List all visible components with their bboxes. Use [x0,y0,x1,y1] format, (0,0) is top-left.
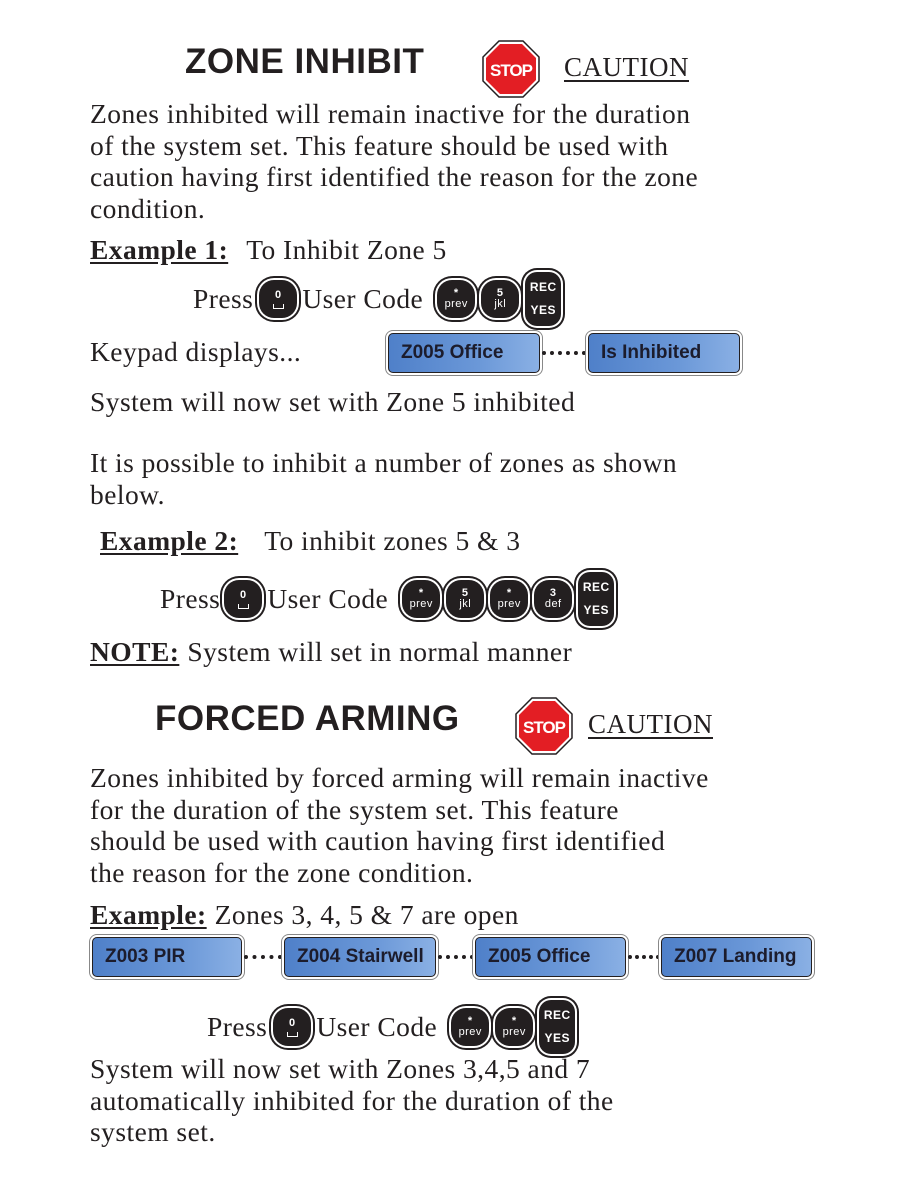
multi-zone-note: It is possible to inhibit a number of zo… [90,447,677,510]
user-code-label: User Code [267,583,389,614]
key-bottom-label: YES [530,303,556,317]
forced-arming-intro: Zones inhibited by forced arming will re… [90,762,709,888]
result-line: automatically inhibited for the duration… [90,1084,614,1116]
space-icon [237,603,249,609]
intro-line: should be used with caution having first… [90,825,666,856]
user-code-label: User Code [316,1011,438,1042]
lcd-display: Z004 Stairwell [284,937,436,977]
key-5-jkl[interactable]: 5 jkl [446,580,485,618]
key-0[interactable]: 0 [259,280,298,318]
key-bottom-label: jkl [494,298,507,310]
press-label: Press [160,583,221,614]
zone-inhibit-heading: ZONE INHIBIT [185,42,425,81]
stop-sign-icon: STOP [515,697,573,755]
lcd-display: Is Inhibited [588,333,740,373]
key-0[interactable]: 0 [224,580,263,618]
svg-text:STOP: STOP [523,718,566,737]
key-top-label: REC [582,580,610,594]
key-bottom-label: prev [458,1026,482,1038]
key-star-prev[interactable]: * prev [402,580,441,618]
key-star-prev[interactable]: * prev [495,1008,534,1046]
example2-text: To inhibit zones 5 & 3 [264,525,521,556]
key-bottom-label: prev [497,598,521,610]
key-star-prev[interactable]: * prev [451,1008,490,1046]
intro-line: Zones inhibited will remain inactive for… [90,98,691,129]
key-top-label: REC [543,1008,571,1022]
space-icon [286,1031,298,1037]
intro-line: for the duration of the system set. This… [90,793,619,825]
caution-label: CAUTION [588,709,713,739]
example1-label: Example 1: [90,234,229,265]
lcd-display: Z003 PIR [92,937,242,977]
forced-example-title: Example: Zones 3, 4, 5 & 7 are open [90,899,519,931]
key-5-jkl[interactable]: 5 jkl [481,280,520,318]
note-line: below. [90,478,165,510]
press-label: Press [207,1011,268,1042]
example2-key-sequence: Press 0 User Code * prev 5 jkl * prev 3 … [160,572,617,626]
key-top-label: REC [529,280,557,294]
intro-line: Zones inhibited by forced arming will re… [90,762,709,793]
note-line: It is possible to inhibit a number of zo… [90,447,678,478]
dotted-connector [244,955,282,959]
key-bottom-label: prev [444,298,468,310]
key-0-label: 0 [240,588,247,601]
example1-title: Example 1: To Inhibit Zone 5 [90,234,447,266]
key-bottom-label: prev [502,1026,526,1038]
result-line: system set. [90,1116,216,1147]
key-rec-yes[interactable]: REC YES [578,572,615,626]
key-star-prev[interactable]: * prev [490,580,529,618]
key-bottom-label: def [544,598,562,610]
example2-title: Example 2: To inhibit zones 5 & 3 [90,525,520,557]
lcd-display: Z005 Office [475,937,626,977]
key-bottom-label: jkl [459,598,472,610]
example1-key-sequence: Press 0 User Code * prev 5 jkl REC YES [193,272,564,326]
lcd-display: Z005 Office [388,333,540,373]
forced-key-sequence: Press 0 User Code * prev * prev REC YES [207,1000,578,1054]
key-bottom-label: YES [583,603,609,617]
dotted-connector [438,955,474,959]
key-bottom-label: YES [544,1031,570,1045]
user-code-label: User Code [302,283,424,314]
dotted-connector [542,351,586,355]
intro-line: of the system set. This feature should b… [90,129,669,161]
keypad-displays-label: Keypad displays... [90,336,302,367]
key-0[interactable]: 0 [273,1008,312,1046]
forced-arming-heading: FORCED ARMING [155,699,460,738]
intro-line: condition. [90,192,206,224]
key-star-prev[interactable]: * prev [437,280,476,318]
example1-text: To Inhibit Zone 5 [246,234,447,265]
lcd-display: Z007 Landing [661,937,812,977]
note-label: NOTE: [90,636,180,667]
key-0-label: 0 [289,1016,296,1029]
result-line: System will now set with Zones 3,4,5 and… [90,1053,591,1084]
example-label: Example: [90,899,207,930]
example1-result: System will now set with Zone 5 inhibite… [90,386,576,417]
press-label: Press [193,283,254,314]
note-text: System will set in normal manner [187,636,573,667]
zone-inhibit-intro: Zones inhibited will remain inactive for… [90,98,698,224]
example2-label: Example 2: [100,525,239,556]
stop-sign-icon: STOP [482,40,540,98]
intro-line: the reason for the zone condition. [90,856,474,888]
caution-label: CAUTION [564,52,689,82]
example-text: Zones 3, 4, 5 & 7 are open [214,899,519,930]
space-icon [272,303,284,309]
key-3-def[interactable]: 3 def [534,580,573,618]
svg-text:STOP: STOP [490,61,533,80]
intro-line: caution having first identified the reas… [90,161,699,192]
forced-arming-result: System will now set with Zones 3,4,5 and… [90,1053,614,1148]
key-rec-yes[interactable]: REC YES [539,1000,576,1054]
dotted-connector [628,955,660,959]
key-0-label: 0 [275,288,282,301]
key-rec-yes[interactable]: REC YES [525,272,562,326]
key-bottom-label: prev [409,598,433,610]
note: NOTE: System will set in normal manner [90,636,572,668]
